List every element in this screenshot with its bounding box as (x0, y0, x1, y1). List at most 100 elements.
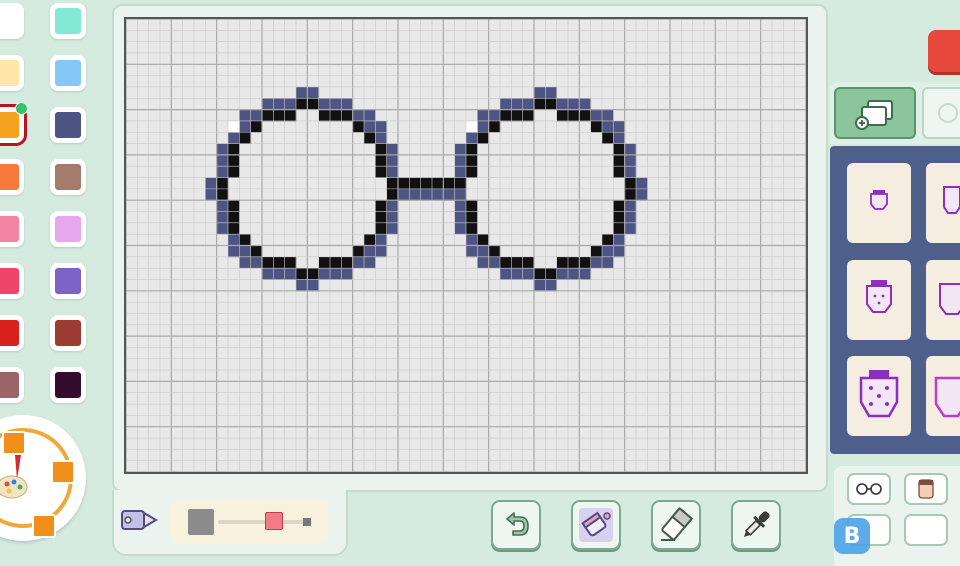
pixel (228, 234, 240, 246)
pixel (590, 256, 603, 269)
color-swatch[interactable] (0, 263, 24, 299)
swatch-color (0, 216, 19, 242)
tab-add-pattern[interactable] (834, 87, 916, 139)
color-swatch[interactable] (0, 211, 24, 247)
color-swatch[interactable] (0, 159, 24, 195)
pixel (454, 222, 467, 235)
pixel (364, 234, 376, 246)
pattern-button[interactable] (904, 514, 948, 546)
pixel (602, 109, 614, 122)
pixel (500, 98, 512, 110)
color-swatch[interactable] (0, 55, 24, 91)
pixel (239, 245, 252, 258)
pixel (511, 109, 524, 122)
pixel (454, 211, 467, 224)
wheel-marker (51, 460, 75, 484)
pixel (307, 279, 320, 292)
pixel (590, 245, 603, 258)
color-swatch[interactable] (50, 367, 86, 403)
color-swatch[interactable] (0, 102, 28, 143)
pixel (386, 211, 399, 224)
pixel (375, 234, 388, 246)
pixel (216, 177, 229, 190)
pattern-tile[interactable] (847, 356, 911, 436)
color-wheel-button[interactable] (0, 415, 86, 541)
pixel (262, 98, 274, 110)
pixel (296, 279, 308, 292)
pixel (624, 211, 637, 224)
pixel (590, 120, 603, 133)
eyedropper-button[interactable] (731, 500, 781, 550)
pixel (511, 256, 524, 269)
swatch-color (55, 216, 81, 242)
pixel (228, 200, 240, 212)
pixel (228, 120, 240, 133)
pattern-tile[interactable] (847, 260, 911, 340)
pixel (466, 132, 478, 144)
swatch-color (0, 60, 19, 86)
check-icon (15, 102, 28, 115)
pixel (466, 222, 478, 235)
pattern-tile[interactable] (926, 163, 960, 243)
slider-thumb[interactable] (265, 512, 284, 530)
pixel (216, 222, 229, 235)
color-swatch[interactable] (50, 107, 86, 143)
pixel (624, 154, 637, 167)
pixel (330, 256, 342, 269)
brush-size-slider[interactable] (170, 499, 328, 544)
pixel (307, 268, 320, 280)
color-swatch[interactable] (50, 3, 86, 39)
strawberry-large-icon (934, 376, 960, 418)
strawberry-medium-icon (866, 280, 892, 313)
face-button[interactable] (904, 473, 948, 505)
top-right-red-button[interactable] (928, 30, 960, 72)
color-swatch[interactable] (50, 211, 86, 247)
pixel (522, 98, 535, 110)
fill-bucket-button[interactable] (571, 500, 621, 550)
pixel (636, 177, 648, 190)
pixel (386, 154, 399, 167)
pixel (556, 109, 569, 122)
pixel (284, 109, 297, 122)
color-swatch[interactable] (50, 315, 86, 351)
pixel (239, 256, 252, 269)
swatch-color (0, 268, 19, 294)
strawberry-small-icon (870, 190, 888, 210)
pixel (386, 188, 399, 201)
swatch-color (0, 164, 19, 190)
pixel-grid[interactable] (125, 18, 807, 473)
pixel-canvas[interactable] (124, 17, 808, 474)
color-swatch[interactable] (50, 263, 86, 299)
pixel (636, 188, 648, 201)
pixel (352, 256, 365, 269)
color-swatch[interactable] (0, 367, 24, 403)
pixel (375, 211, 388, 224)
undo-button[interactable] (491, 500, 541, 550)
pixel (216, 211, 229, 224)
swatch-color (0, 372, 19, 398)
pixel (500, 256, 512, 269)
pixel (216, 166, 229, 178)
color-swatch[interactable] (50, 55, 86, 91)
pixel (352, 109, 365, 122)
swatch-color (55, 112, 81, 138)
color-swatch[interactable] (50, 159, 86, 195)
eraser-button[interactable] (651, 500, 701, 550)
glasses-button[interactable] (847, 473, 891, 505)
pixel (352, 120, 365, 133)
pattern-tile[interactable] (847, 163, 911, 243)
pattern-tile[interactable] (926, 356, 960, 436)
pixel (454, 200, 467, 212)
pixel (216, 154, 229, 167)
color-swatch[interactable] (0, 3, 24, 39)
pixel (488, 256, 501, 269)
pattern-tile[interactable] (926, 260, 960, 340)
tab-secondary[interactable] (922, 87, 960, 139)
pencil-tool-icon[interactable] (118, 505, 158, 535)
pixel (250, 120, 263, 133)
pixel (477, 120, 490, 133)
paint-bucket-icon (579, 508, 613, 542)
swatch-color (55, 60, 81, 86)
color-swatch[interactable] (0, 315, 24, 351)
pixel (216, 143, 229, 156)
